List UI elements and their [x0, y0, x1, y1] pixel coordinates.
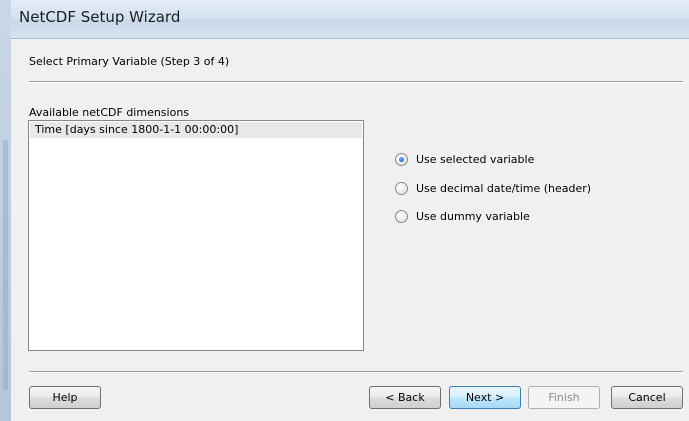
title-bar[interactable]: NetCDF Setup Wizard	[11, 0, 689, 39]
option-label: Use dummy variable	[416, 209, 530, 223]
radio-selected-icon[interactable]	[395, 152, 408, 166]
finish-button[interactable]: Finish	[528, 386, 600, 409]
option-label: Use decimal date/time (header)	[416, 181, 592, 195]
window-title: NetCDF Setup Wizard	[19, 8, 181, 26]
dimensions-listbox[interactable]: Time [days since 1800-1-1 00:00:00]	[28, 120, 364, 351]
radio-unselected-icon[interactable]	[395, 209, 408, 223]
frame-shadow	[3, 140, 8, 390]
wizard-window: NetCDF Setup Wizard Select Primary Varia…	[0, 0, 689, 421]
window-left-border	[0, 0, 11, 421]
next-button[interactable]: Next >	[449, 386, 521, 409]
footer-separator	[29, 371, 683, 373]
header-separator	[29, 81, 683, 83]
option-use-decimal-date-time[interactable]: Use decimal date/time (header)	[395, 180, 591, 196]
help-button[interactable]: Help	[29, 386, 101, 409]
option-label: Use selected variable	[416, 152, 535, 166]
dimensions-label: Available netCDF dimensions	[29, 106, 190, 119]
back-button[interactable]: < Back	[369, 386, 441, 409]
step-label: Select Primary Variable (Step 3 of 4)	[29, 55, 230, 68]
cancel-button[interactable]: Cancel	[611, 386, 683, 409]
list-item[interactable]: Time [days since 1800-1-1 00:00:00]	[30, 122, 362, 138]
option-use-dummy-variable[interactable]: Use dummy variable	[395, 208, 530, 224]
option-use-selected-variable[interactable]: Use selected variable	[395, 151, 534, 167]
radio-unselected-icon[interactable]	[395, 181, 408, 195]
